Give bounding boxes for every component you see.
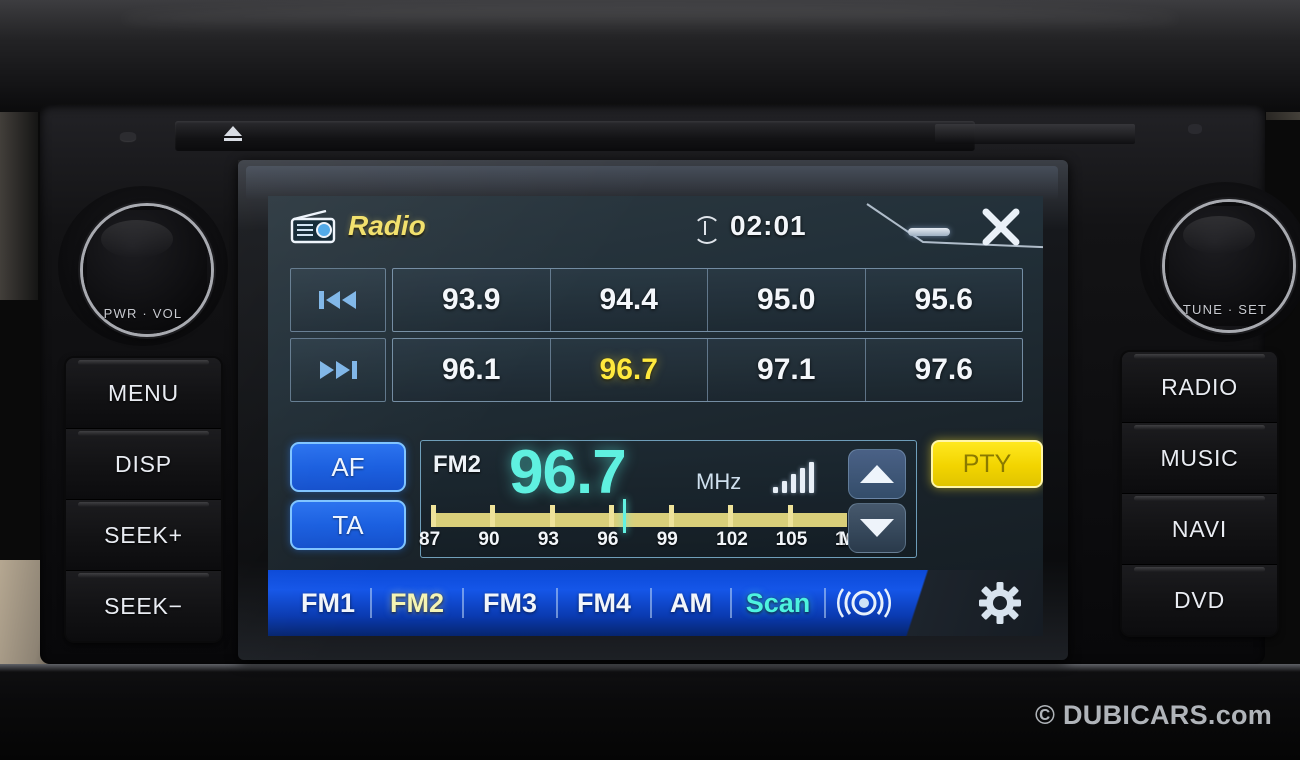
band-am[interactable]: AM	[652, 588, 730, 619]
preset-button[interactable]: 93.9	[393, 269, 551, 331]
arrow-down-icon[interactable]	[848, 503, 906, 553]
preset-button[interactable]: 97.1	[708, 339, 866, 401]
minimize-button[interactable]	[908, 228, 950, 236]
music-button[interactable]: MUSIC	[1122, 422, 1277, 493]
ta-button-label: TA	[332, 509, 364, 540]
radio-button-label: RADIO	[1161, 373, 1238, 400]
seek-up-button-label: SEEK+	[104, 521, 183, 548]
band-fm4[interactable]: FM4	[558, 588, 650, 619]
next-track-icon[interactable]	[290, 338, 386, 402]
eject-icon[interactable]	[222, 126, 244, 146]
touchscreen[interactable]: Radio 02:01 93.9 94.4 95.0 95.6 96.1 96.…	[268, 196, 1043, 636]
left-button-column: MENU DISP SEEK+ SEEK−	[66, 358, 221, 641]
frequency-display: 96.7	[509, 438, 627, 507]
scale-tick-label: 90	[478, 529, 500, 550]
af-button-label: AF	[331, 451, 365, 482]
right-button-column: RADIO MUSIC NAVI DVD	[1122, 352, 1277, 635]
signal-strength-icon	[773, 461, 835, 493]
signal-bar	[809, 462, 814, 493]
navi-button[interactable]: NAVI	[1122, 493, 1277, 564]
disc-slot-strip	[175, 121, 975, 151]
dvd-button-label: DVD	[1174, 586, 1225, 613]
preset-button-active[interactable]: 96.7	[551, 339, 708, 401]
seek-down-button-label: SEEK−	[104, 592, 183, 619]
arrow-up-icon[interactable]	[848, 449, 906, 499]
scale-tick-label: 87	[419, 529, 441, 550]
seek-up-button[interactable]: SEEK+	[66, 499, 221, 570]
preset-button[interactable]: 96.1	[393, 339, 551, 401]
scale-tick-label: 99	[656, 529, 678, 550]
car-infotainment-photo: PWR · VOL TUNE · SET MENU DISP SEEK+ SEE…	[0, 0, 1300, 760]
tuning-scale-labels: 8790939699102105108MHz	[419, 529, 878, 553]
af-button[interactable]: AF	[290, 442, 406, 492]
scale-tick-label: 105	[775, 529, 808, 550]
preset-group-2: 96.1 96.7 97.1 97.6	[392, 338, 1023, 402]
preset-button[interactable]: 95.0	[708, 269, 866, 331]
tuning-scale[interactable]	[431, 505, 848, 527]
band-bottom-bar: FM1 FM2 FM3 FM4 AM Scan	[268, 570, 1043, 636]
signal-bar	[800, 468, 805, 493]
close-icon[interactable]	[980, 206, 1022, 248]
page-title: Radio	[348, 210, 426, 241]
preset-group-1: 93.9 94.4 95.0 95.6	[392, 268, 1023, 332]
disp-button-label: DISP	[115, 450, 172, 477]
preset-button[interactable]: 94.4	[551, 269, 708, 331]
dash-trim-top	[0, 0, 1300, 112]
preset-row-1: 93.9 94.4 95.0 95.6	[268, 268, 1043, 332]
bezel-reflection	[246, 166, 1058, 200]
microphone-hole	[120, 132, 136, 141]
scale-tick-label: 93	[537, 529, 559, 550]
menu-button[interactable]: MENU	[66, 358, 221, 428]
preset-button[interactable]: 97.6	[866, 339, 1023, 401]
navi-button-label: NAVI	[1171, 515, 1228, 542]
tuning-cursor	[623, 499, 627, 533]
menu-button-label: MENU	[108, 379, 179, 406]
radio-button[interactable]: RADIO	[1122, 352, 1277, 422]
power-volume-knob-label: PWR · VOL	[103, 306, 183, 321]
gear-icon[interactable]	[957, 581, 1043, 625]
frequency-unit: MHz	[696, 469, 742, 494]
dvd-button[interactable]: DVD	[1122, 564, 1277, 635]
tune-set-knob-label: TUNE · SET	[1182, 302, 1268, 317]
ir-sensor	[1188, 124, 1202, 134]
pty-button-label: PTY	[962, 449, 1012, 478]
watermark: © DUBICARS.com	[1035, 700, 1273, 730]
music-button-label: MUSIC	[1160, 444, 1239, 471]
disc-slot	[935, 124, 1135, 144]
band-fm2[interactable]: FM2	[372, 588, 462, 619]
disp-button[interactable]: DISP	[66, 428, 221, 499]
scale-tick-label: 96	[597, 529, 619, 550]
band-label: FM2	[433, 451, 481, 478]
pty-button[interactable]: PTY	[931, 440, 1043, 488]
signal-bar	[773, 487, 778, 493]
preset-button[interactable]: 95.6	[866, 269, 1023, 331]
ta-button[interactable]: TA	[290, 500, 406, 550]
scan-button[interactable]: Scan	[732, 588, 824, 619]
sound-wave-icon[interactable]	[826, 584, 902, 622]
band-fm1[interactable]: FM1	[286, 588, 370, 619]
band-fm3[interactable]: FM3	[464, 588, 556, 619]
seek-down-button[interactable]: SEEK−	[66, 570, 221, 641]
previous-track-icon[interactable]	[290, 268, 386, 332]
radio-icon	[290, 210, 336, 244]
clock-icon	[693, 216, 721, 244]
preset-row-2: 96.1 96.7 97.1 97.6	[268, 338, 1043, 402]
screen-titlebar: Radio 02:01	[268, 196, 1043, 258]
scale-tick-label: 102	[716, 529, 748, 550]
signal-bar	[791, 474, 796, 493]
clock: 02:01	[730, 210, 807, 241]
band-bar-items: FM1 FM2 FM3 FM4 AM Scan	[268, 570, 1043, 636]
scale-tick	[842, 513, 848, 527]
tuner-panel: FM2 96.7 MHz 8790939699102105108MHz	[419, 438, 917, 558]
signal-bar	[782, 481, 787, 493]
